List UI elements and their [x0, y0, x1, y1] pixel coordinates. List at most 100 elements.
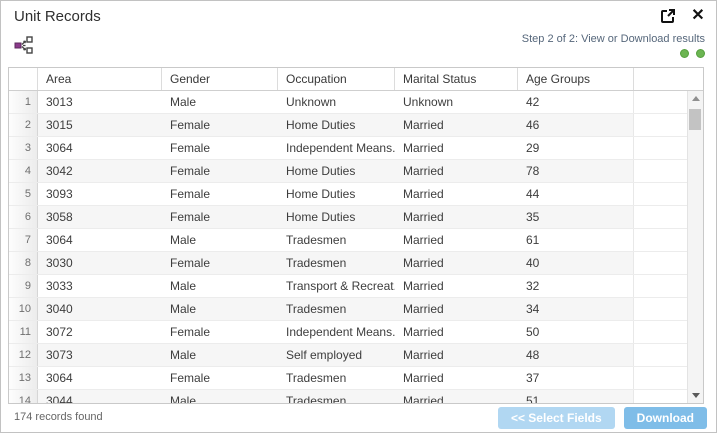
step-dot [680, 49, 689, 58]
table-row[interactable]: 13013MaleUnknownUnknown42 [9, 91, 703, 114]
scroll-down-icon [692, 393, 700, 398]
select-fields-button[interactable]: << Select Fields [498, 407, 615, 429]
table-cell-age: 46 [518, 114, 634, 136]
open-in-new-window-icon [660, 8, 676, 24]
table-cell-age: 35 [518, 206, 634, 228]
row-number-cell: 3 [9, 137, 38, 159]
table-cell-age: 37 [518, 367, 634, 389]
table-row[interactable]: 103040MaleTradesmenMarried34 [9, 298, 703, 321]
table-cell-age: 51 [518, 390, 634, 403]
table-cell-marital: Married [395, 160, 518, 182]
table-cell-marital: Married [395, 137, 518, 159]
column-header-area[interactable]: Area [38, 68, 162, 90]
table-row[interactable]: 93033MaleTransport & Recreat...Married32 [9, 275, 703, 298]
table-cell-age: 42 [518, 91, 634, 113]
table-cell-area: 3058 [38, 206, 162, 228]
table-cell-marital: Married [395, 275, 518, 297]
table-cell-marital: Married [395, 114, 518, 136]
close-button[interactable]: ✕ [689, 7, 707, 25]
download-button[interactable]: Download [624, 407, 707, 429]
table-cell-area: 3064 [38, 229, 162, 251]
table-cell-occupation: Home Duties [278, 183, 395, 205]
vertical-scrollbar[interactable] [687, 91, 703, 403]
table-cell-area: 3013 [38, 91, 162, 113]
table-row[interactable]: 43042FemaleHome DutiesMarried78 [9, 160, 703, 183]
table-cell-age: 78 [518, 160, 634, 182]
table-row[interactable]: 53093FemaleHome DutiesMarried44 [9, 183, 703, 206]
table-cell-age: 48 [518, 344, 634, 366]
table-cell-area: 3015 [38, 114, 162, 136]
table-cell-age: 29 [518, 137, 634, 159]
table-row[interactable]: 63058FemaleHome DutiesMarried35 [9, 206, 703, 229]
table-cell-marital: Married [395, 298, 518, 320]
table-cell-gender: Female [162, 321, 278, 343]
table-cell-occupation: Tradesmen [278, 367, 395, 389]
relationships-icon[interactable] [14, 35, 34, 55]
row-number-cell: 11 [9, 321, 38, 343]
table-row[interactable]: 133064FemaleTradesmenMarried37 [9, 367, 703, 390]
table-cell-occupation: Home Duties [278, 160, 395, 182]
table-cell-occupation: Home Duties [278, 114, 395, 136]
table-cell-gender: Female [162, 160, 278, 182]
column-header-marital-status[interactable]: Marital Status [395, 68, 518, 90]
unit-records-dialog: Unit Records ✕ [0, 0, 717, 433]
column-header-occupation[interactable]: Occupation [278, 68, 395, 90]
table-row[interactable]: 23015FemaleHome DutiesMarried46 [9, 114, 703, 137]
table-cell-gender: Female [162, 206, 278, 228]
table-cell-occupation: Tradesmen [278, 298, 395, 320]
records-count: 174 records found [14, 411, 103, 423]
table-cell-occupation: Independent Means... [278, 321, 395, 343]
table-cell-occupation: Transport & Recreat... [278, 275, 395, 297]
table-cell-gender: Male [162, 91, 278, 113]
table-cell-gender: Male [162, 390, 278, 403]
row-number-cell: 1 [9, 91, 38, 113]
table-cell-gender: Female [162, 367, 278, 389]
row-number-cell: 13 [9, 367, 38, 389]
close-icon: ✕ [691, 8, 704, 24]
table-cell-area: 3030 [38, 252, 162, 274]
open-in-new-window-button[interactable] [659, 7, 677, 25]
column-header-gender[interactable]: Gender [162, 68, 278, 90]
step-label: Step 2 of 2: View or Download results [522, 33, 705, 45]
toolbar: Step 2 of 2: View or Download results [1, 31, 716, 65]
table-cell-area: 3040 [38, 298, 162, 320]
footer-bar: 174 records found << Select Fields Downl… [1, 404, 716, 432]
table-cell-area: 3072 [38, 321, 162, 343]
table-body: 13013MaleUnknownUnknown4223015FemaleHome… [9, 91, 703, 403]
row-number-cell: 6 [9, 206, 38, 228]
table-row[interactable]: 73064MaleTradesmenMarried61 [9, 229, 703, 252]
table-cell-occupation: Independent Means... [278, 137, 395, 159]
table-row[interactable]: 123073MaleSelf employedMarried48 [9, 344, 703, 367]
scroll-up-icon [692, 96, 700, 101]
table-cell-gender: Male [162, 298, 278, 320]
table-cell-gender: Female [162, 137, 278, 159]
table-cell-marital: Unknown [395, 91, 518, 113]
table-cell-marital: Married [395, 252, 518, 274]
row-number-cell: 4 [9, 160, 38, 182]
table-cell-age: 34 [518, 298, 634, 320]
title-bar: Unit Records ✕ [1, 1, 716, 31]
footer-buttons: << Select Fields Download [498, 407, 707, 429]
row-number-cell: 5 [9, 183, 38, 205]
table-row[interactable]: 113072FemaleIndependent Means...Married5… [9, 321, 703, 344]
scrollbar-up-button[interactable] [688, 91, 703, 106]
table-row[interactable]: 33064FemaleIndependent Means...Married29 [9, 137, 703, 160]
table-row[interactable]: 83030FemaleTradesmenMarried40 [9, 252, 703, 275]
table-cell-marital: Married [395, 367, 518, 389]
scrollbar-down-button[interactable] [688, 388, 703, 403]
table-row[interactable]: 143044MaleTradesmenMarried51 [9, 390, 703, 403]
row-number-cell: 7 [9, 229, 38, 251]
table-cell-occupation: Tradesmen [278, 229, 395, 251]
table-cell-gender: Female [162, 252, 278, 274]
page-title: Unit Records [14, 8, 101, 25]
table-cell-area: 3044 [38, 390, 162, 403]
row-number-cell: 9 [9, 275, 38, 297]
scrollbar-thumb[interactable] [689, 109, 701, 130]
header-filler [634, 68, 703, 90]
table-cell-gender: Male [162, 275, 278, 297]
table-cell-marital: Married [395, 183, 518, 205]
column-header-age-groups[interactable]: Age Groups [518, 68, 634, 90]
table-cell-age: 32 [518, 275, 634, 297]
table-cell-area: 3064 [38, 367, 162, 389]
step-progress-dots [522, 49, 705, 58]
